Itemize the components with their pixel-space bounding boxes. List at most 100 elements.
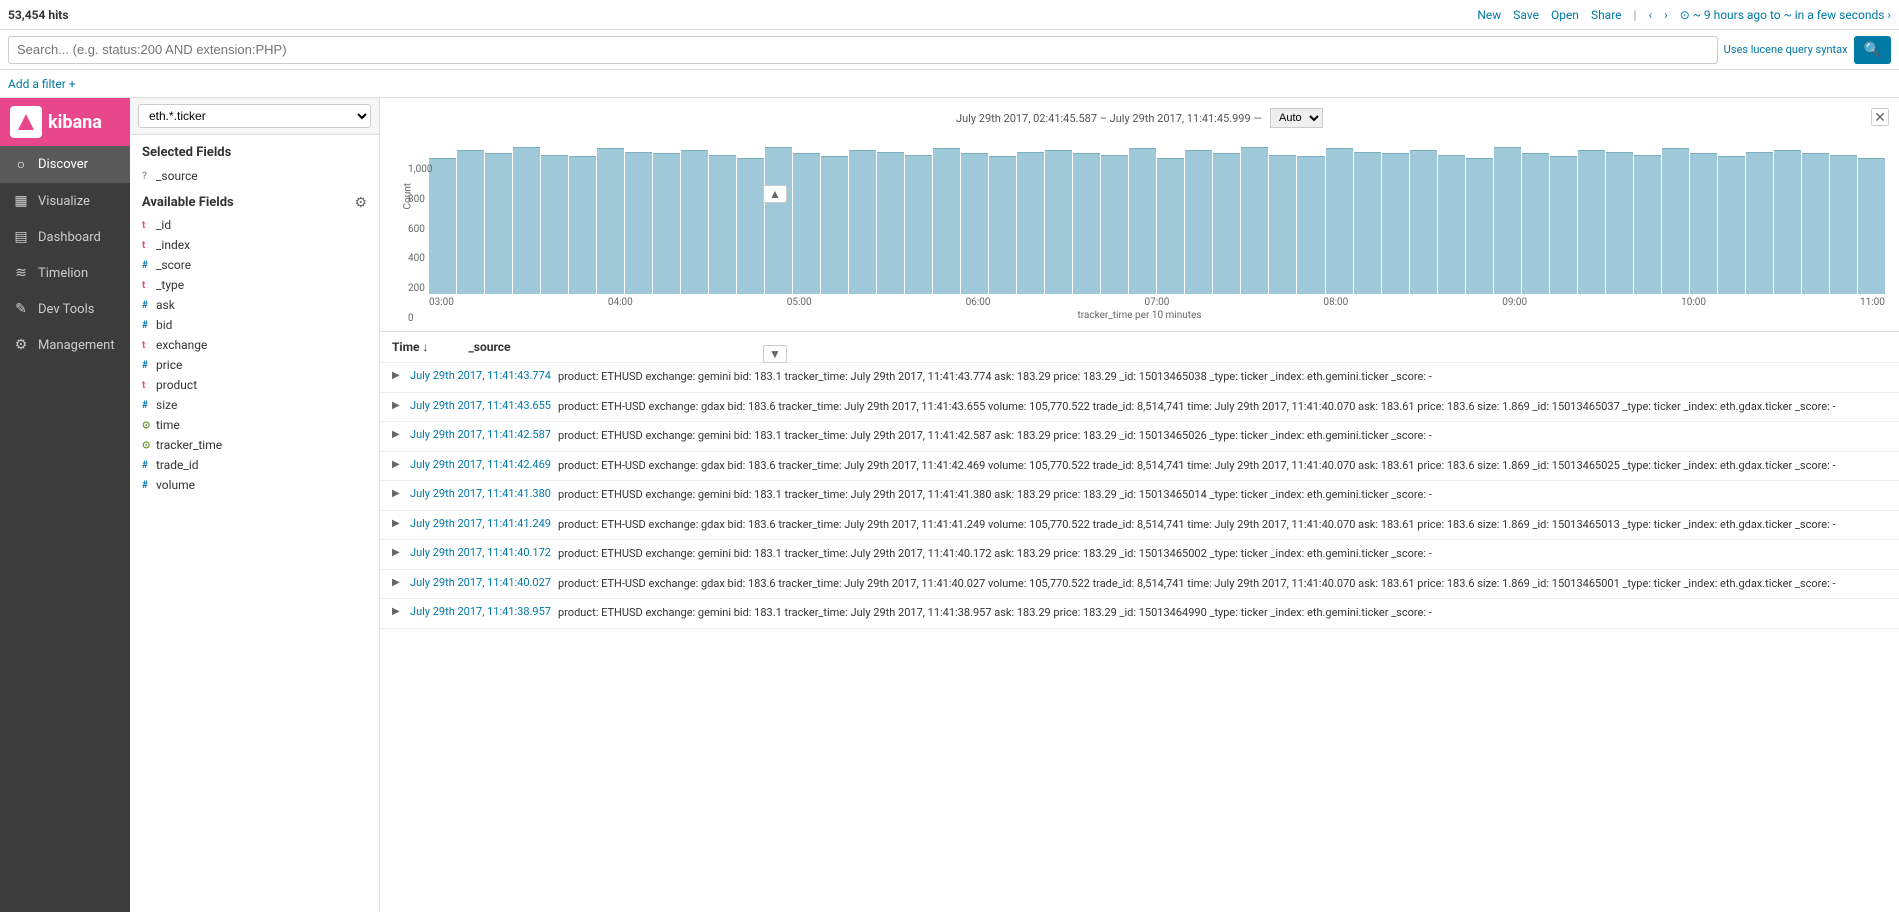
available-field-_index[interactable]: t _index [130,235,379,255]
chart-bar-7[interactable] [625,152,652,294]
available-field-time[interactable]: ⊙ time [130,415,379,435]
available-field-_type[interactable]: t _type [130,275,379,295]
row-expand-toggle-8[interactable]: ▶ [392,605,402,617]
chart-bar-31[interactable] [1297,156,1324,294]
chart-bar-18[interactable] [933,148,960,294]
table-row-main-4[interactable]: ▶ July 29th 2017, 11:41:41.380 product: … [380,481,1899,510]
index-select[interactable]: eth.*.ticker [138,104,371,128]
search-input[interactable] [8,36,1718,64]
new-button[interactable]: New [1477,8,1501,22]
chart-bar-38[interactable] [1494,147,1521,294]
row-expand-toggle-6[interactable]: ▶ [392,546,402,558]
chart-bar-25[interactable] [1129,148,1156,294]
table-row-main-0[interactable]: ▶ July 29th 2017, 11:41:43.774 product: … [380,363,1899,392]
add-filter-button[interactable]: Add a filter + [8,77,76,91]
time-column-header[interactable]: Time ↓ [392,340,428,354]
chart-bar-42[interactable] [1606,152,1633,294]
row-expand-toggle-1[interactable]: ▶ [392,399,402,411]
lucene-syntax-link[interactable]: Uses lucene query syntax [1724,43,1848,56]
chart-expand-button[interactable]: ▼ [763,345,787,363]
chart-bar-51[interactable] [1858,158,1885,294]
chart-bar-47[interactable] [1746,152,1773,294]
sidebar-item-timelion[interactable]: ≋ Timelion [0,255,130,291]
available-field-size[interactable]: # size [130,395,379,415]
chart-bar-34[interactable] [1382,153,1409,294]
chart-bar-30[interactable] [1269,155,1296,294]
chart-bar-9[interactable] [681,150,708,294]
row-expand-toggle-0[interactable]: ▶ [392,369,402,381]
available-field-trade_id[interactable]: # trade_id [130,455,379,475]
available-field-volume[interactable]: # volume [130,475,379,495]
save-button[interactable]: Save [1513,8,1539,22]
chart-bar-46[interactable] [1718,156,1745,294]
chart-bar-26[interactable] [1157,158,1184,294]
chart-bar-40[interactable] [1550,156,1577,294]
available-field-price[interactable]: # price [130,355,379,375]
open-button[interactable]: Open [1551,8,1579,22]
search-button[interactable]: 🔍 [1854,36,1891,64]
chart-bar-49[interactable] [1802,153,1829,294]
share-button[interactable]: Share [1591,8,1622,22]
chart-bar-24[interactable] [1101,155,1128,294]
fields-settings-button[interactable]: ⚙ [354,194,367,211]
selected-field-_source[interactable]: ? _source [130,166,379,186]
available-field-_id[interactable]: t _id [130,215,379,235]
chart-bar-0[interactable] [429,158,456,294]
table-row-main-7[interactable]: ▶ July 29th 2017, 11:41:40.027 product: … [380,570,1899,599]
row-expand-toggle-7[interactable]: ▶ [392,576,402,588]
chart-bar-2[interactable] [485,153,512,294]
nav-back-button[interactable]: ‹ [1648,8,1652,22]
row-expand-toggle-3[interactable]: ▶ [392,458,402,470]
chart-bar-19[interactable] [961,153,988,294]
chart-bar-23[interactable] [1073,153,1100,294]
chart-bar-20[interactable] [989,156,1016,294]
chart-bar-3[interactable] [513,147,540,294]
chart-bar-41[interactable] [1578,150,1605,294]
chart-bar-50[interactable] [1830,155,1857,294]
chart-bar-12[interactable] [765,147,792,294]
chart-bar-27[interactable] [1185,150,1212,294]
chart-bar-21[interactable] [1017,152,1044,294]
chart-bar-13[interactable] [793,153,820,294]
chart-bar-44[interactable] [1662,148,1689,294]
table-row-main-1[interactable]: ▶ July 29th 2017, 11:41:43.655 product: … [380,393,1899,422]
chart-bar-43[interactable] [1634,155,1661,294]
time-range-picker[interactable]: ⊙ ~ 9 hours ago to ~ in a few seconds › [1680,8,1891,22]
row-expand-toggle-5[interactable]: ▶ [392,517,402,529]
chart-bar-14[interactable] [821,156,848,294]
available-field-bid[interactable]: # bid [130,315,379,335]
sidebar-item-discover[interactable]: ○ Discover [0,146,130,183]
chart-bar-29[interactable] [1241,147,1268,294]
chart-bar-16[interactable] [877,152,904,294]
chart-bar-45[interactable] [1690,153,1717,294]
sidebar-item-devtools[interactable]: ✎ Dev Tools [0,291,130,327]
chart-bar-48[interactable] [1774,150,1801,294]
chart-bar-28[interactable] [1213,153,1240,294]
chart-bar-32[interactable] [1326,148,1353,294]
table-row-main-2[interactable]: ▶ July 29th 2017, 11:41:42.587 product: … [380,422,1899,451]
chart-bar-17[interactable] [905,155,932,294]
available-field-_score[interactable]: # _score [130,255,379,275]
available-field-ask[interactable]: # ask [130,295,379,315]
table-row-main-3[interactable]: ▶ July 29th 2017, 11:41:42.469 product: … [380,452,1899,481]
chart-interval-select[interactable]: Auto [1270,108,1323,128]
chart-close-button[interactable]: ✕ [1871,108,1889,126]
table-row-main-8[interactable]: ▶ July 29th 2017, 11:41:38.957 product: … [380,599,1899,628]
chart-bar-35[interactable] [1410,150,1437,294]
nav-forward-button[interactable]: › [1664,8,1668,22]
chart-bar-33[interactable] [1354,152,1381,294]
available-field-exchange[interactable]: t exchange [130,335,379,355]
index-selector[interactable]: eth.*.ticker [130,98,379,135]
sidebar-item-dashboard[interactable]: ▤ Dashboard [0,219,130,255]
chart-bar-22[interactable] [1045,150,1072,294]
chart-bar-10[interactable] [709,155,736,294]
row-expand-toggle-2[interactable]: ▶ [392,428,402,440]
chart-bar-39[interactable] [1522,153,1549,294]
table-row-main-5[interactable]: ▶ July 29th 2017, 11:41:41.249 product: … [380,511,1899,540]
available-field-product[interactable]: t product [130,375,379,395]
chart-bar-36[interactable] [1438,155,1465,294]
chart-bar-11[interactable] [737,158,764,294]
chart-bar-8[interactable] [653,153,680,294]
chart-bar-37[interactable] [1466,158,1493,294]
bar-chart[interactable] [394,134,1885,294]
